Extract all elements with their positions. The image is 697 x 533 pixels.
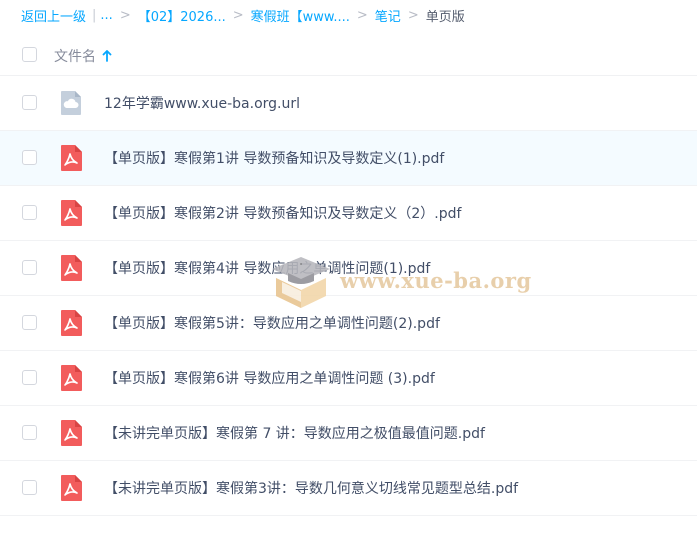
chevron-right-icon: > <box>407 7 419 23</box>
file-row-pdf[interactable]: 【未讲完单页版】寒假第3讲：导数几何意义切线常见题型总结.pdf <box>0 461 697 516</box>
select-all-checkbox[interactable] <box>22 47 37 62</box>
row-checkbox[interactable] <box>22 315 37 330</box>
arrow-up-icon[interactable] <box>102 50 112 62</box>
file-row-pdf[interactable]: 【单页版】寒假第1讲 导数预备知识及导数定义(1).pdf <box>0 131 697 186</box>
file-row-pdf[interactable]: 【单页版】寒假第6讲 导数应用之单调性问题 (3).pdf <box>0 351 697 406</box>
pdf-icon <box>61 310 82 336</box>
breadcrumb-item-notes[interactable]: 笔记 <box>375 6 401 25</box>
pdf-icon <box>61 420 82 446</box>
chevron-right-icon: > <box>356 7 368 23</box>
file-name[interactable]: 【单页版】寒假第2讲 导数预备知识及导数定义（2）.pdf <box>104 203 461 223</box>
list-header: 文件名 <box>0 36 697 76</box>
pdf-icon <box>61 145 82 171</box>
breadcrumb-ellipsis[interactable]: ... <box>100 8 112 23</box>
pdf-icon <box>61 365 82 391</box>
row-checkbox[interactable] <box>22 260 37 275</box>
row-checkbox[interactable] <box>22 370 37 385</box>
file-row-pdf[interactable]: 【单页版】寒假第2讲 导数预备知识及导数定义（2）.pdf <box>0 186 697 241</box>
file-name[interactable]: 12年学霸www.xue-ba.org.url <box>104 93 300 113</box>
file-row-pdf[interactable]: 【单页版】寒假第5讲：导数应用之单调性问题(2).pdf <box>0 296 697 351</box>
chevron-right-icon: > <box>119 7 131 23</box>
row-checkbox[interactable] <box>22 480 37 495</box>
file-name[interactable]: 【单页版】寒假第6讲 导数应用之单调性问题 (3).pdf <box>104 368 435 388</box>
filename-column-header[interactable]: 文件名 <box>54 46 112 66</box>
pdf-icon <box>61 475 82 501</box>
breadcrumb-item-winter-class[interactable]: 寒假班【www.... <box>251 6 350 25</box>
file-row-url[interactable]: 12年学霸www.xue-ba.org.url <box>0 76 697 131</box>
file-name[interactable]: 【单页版】寒假第4讲 导数应用之单调性问题(1).pdf <box>104 258 430 278</box>
file-name[interactable]: 【未讲完单页版】寒假第 7 讲：导数应用之极值最值问题.pdf <box>104 423 485 443</box>
row-checkbox[interactable] <box>22 150 37 165</box>
breadcrumb-current: 单页版 <box>425 9 465 25</box>
file-list: 12年学霸www.xue-ba.org.url 【单页版】寒假第1讲 导数预备知… <box>0 76 697 516</box>
pdf-icon <box>61 255 82 281</box>
row-checkbox[interactable] <box>22 425 37 440</box>
chevron-right-icon: > <box>232 7 244 23</box>
breadcrumb: 返回上一级 | ... > 【02】2026... > 寒假班【www.... … <box>21 6 465 25</box>
file-name[interactable]: 【单页版】寒假第1讲 导数预备知识及导数定义(1).pdf <box>104 148 444 168</box>
back-link[interactable]: 返回上一级 <box>21 6 86 25</box>
breadcrumb-item-2026[interactable]: 【02】2026... <box>138 6 226 25</box>
file-name[interactable]: 【未讲完单页版】寒假第3讲：导数几何意义切线常见题型总结.pdf <box>104 478 518 498</box>
file-name[interactable]: 【单页版】寒假第5讲：导数应用之单调性问题(2).pdf <box>104 313 440 333</box>
cloud-link-icon <box>61 91 81 115</box>
file-row-pdf[interactable]: 【单页版】寒假第4讲 导数应用之单调性问题(1).pdf <box>0 241 697 296</box>
pdf-icon <box>61 200 82 226</box>
breadcrumb-divider: | <box>92 7 97 23</box>
row-checkbox[interactable] <box>22 205 37 220</box>
file-row-pdf[interactable]: 【未讲完单页版】寒假第 7 讲：导数应用之极值最值问题.pdf <box>0 406 697 461</box>
row-checkbox[interactable] <box>22 95 37 110</box>
filename-column-label: 文件名 <box>54 49 96 65</box>
